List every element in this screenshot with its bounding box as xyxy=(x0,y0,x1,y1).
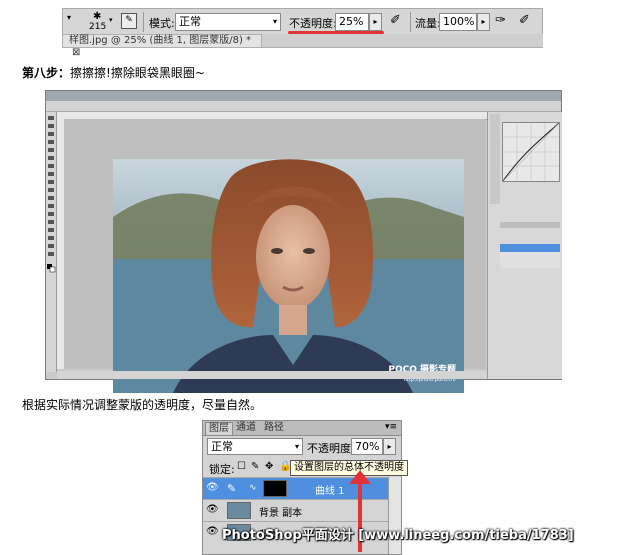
tab-strip xyxy=(262,34,543,48)
opacity-label: 不透明度: xyxy=(289,17,337,30)
airbrush-icon[interactable]: ✑ xyxy=(495,13,506,28)
eye-icon[interactable]: 👁 xyxy=(206,482,219,494)
lock-label: 锁定: xyxy=(209,463,235,476)
red-arrow-head-icon xyxy=(349,470,371,484)
ps-options-bar xyxy=(46,101,561,112)
blend-mode-select[interactable]: 正常 ▾ xyxy=(207,438,303,455)
layer-mask-thumbnail[interactable] xyxy=(263,480,287,497)
tab-channels[interactable]: 通道 xyxy=(233,422,259,435)
photoshop-window: POCO 摄影专题 http://photo.poco.cn/ xyxy=(45,90,562,393)
tablet-pressure-opacity-icon[interactable]: ✐ xyxy=(390,13,401,28)
panel-menu-icon[interactable]: ▾≡ xyxy=(385,422,397,432)
chevron-down-icon: ▾ xyxy=(294,442,299,451)
lock-pixels-icon[interactable]: ✎ xyxy=(251,461,259,472)
layer-opacity-input[interactable]: 70% xyxy=(351,438,383,455)
brush-picker[interactable]: ✱ 215 ▾ xyxy=(83,11,113,34)
flow-value: 100% xyxy=(443,15,475,28)
flow-slider-button[interactable]: ▸ xyxy=(477,13,490,31)
canvas-area: POCO 摄影专题 http://photo.poco.cn/ xyxy=(64,119,486,393)
flow-label: 流量: xyxy=(415,17,441,30)
opacity-input[interactable]: 25% xyxy=(335,13,369,31)
status-bar xyxy=(57,371,487,379)
chevron-down-icon: ▾ xyxy=(109,16,113,24)
eye-icon[interactable]: 👁 xyxy=(206,504,219,516)
toolbox xyxy=(46,112,57,372)
layer-row-curves[interactable]: 👁 ✎ ∿ 曲线 1 xyxy=(203,477,401,499)
opacity-value: 25% xyxy=(339,15,364,28)
layers-mini-selected xyxy=(500,244,560,252)
portrait-image xyxy=(113,159,464,393)
caption: 根据实际情况调整蒙版的透明度，尽量自然。 xyxy=(22,398,263,412)
layers-mini-row xyxy=(500,260,560,268)
adjustment-icon: ∿ xyxy=(249,483,257,493)
document-tab[interactable]: 样图.jpg @ 25% (曲线 1, 图层蒙版/8) * ⊠ xyxy=(62,34,262,58)
site-watermark: PhotoShop平面设计 [www.lineeg.com/tieba/1783… xyxy=(222,528,574,543)
separator xyxy=(410,12,411,32)
step-text: 擦擦擦!擦除眼袋黑眼圈~ xyxy=(70,66,205,80)
tab-layers[interactable]: 图层 xyxy=(205,422,233,435)
options-bar: ▾ ✱ 215 ▾ ✎ 模式: 正常 ▾ 不透明度: 25% ▸ ✐ 流量: 1… xyxy=(62,8,543,35)
portrait-photo: POCO 摄影专题 http://photo.poco.cn/ xyxy=(113,159,464,393)
menu-bar xyxy=(46,91,561,101)
layer-opacity-value: 70% xyxy=(355,440,380,453)
close-icon[interactable]: ⊠ xyxy=(72,47,80,58)
mode-label: 模式: xyxy=(149,17,175,30)
separator xyxy=(143,12,144,32)
step-label: 第八步： xyxy=(22,66,71,80)
flow-input[interactable]: 100% xyxy=(439,13,477,31)
layer-name: 曲线 1 xyxy=(315,486,345,497)
layers-mini-tabs xyxy=(500,222,560,228)
brush-panel-toggle-icon[interactable]: ✎ xyxy=(121,13,137,29)
layer-name: 背景 副本 xyxy=(259,508,303,519)
tab-paths[interactable]: 路径 xyxy=(261,422,287,435)
blend-mode-value: 正常 xyxy=(211,440,233,453)
brush-icon: ✎ xyxy=(227,482,237,495)
tool-icons xyxy=(47,116,56,273)
curves-graph xyxy=(502,122,560,182)
layer-row-background-copy[interactable]: 👁 背景 副本 xyxy=(203,499,401,521)
step-heading: 第八步：擦擦擦!擦除眼袋黑眼圈~ xyxy=(22,64,205,81)
layer-thumbnail xyxy=(227,502,251,519)
document-title: 样图.jpg @ 25% (曲线 1, 图层蒙版/8) * xyxy=(69,35,252,46)
opacity-label: 不透明度: xyxy=(307,442,355,455)
mode-select[interactable]: 正常 ▾ xyxy=(175,13,281,31)
layers-mini-row xyxy=(500,252,560,260)
brush-size: 215 xyxy=(89,22,107,32)
lock-position-icon[interactable]: ✥ xyxy=(265,461,273,472)
tablet-pressure-size-icon[interactable]: ✐ xyxy=(519,13,530,28)
eye-icon[interactable]: 👁 xyxy=(206,526,219,538)
mode-value: 正常 xyxy=(179,15,201,28)
panel-icon-strip xyxy=(490,114,500,204)
chevron-down-icon: ▾ xyxy=(272,17,277,26)
panel-tabs: 图层 通道 路径 ▾≡ xyxy=(203,421,401,436)
opacity-slider-button[interactable]: ▸ xyxy=(369,13,382,31)
layer-opacity-slider-button[interactable]: ▸ xyxy=(383,438,396,455)
brush-dot-icon: ✱ xyxy=(93,11,102,22)
lock-transparent-icon[interactable]: ☐ xyxy=(237,461,246,472)
side-panels xyxy=(487,112,562,379)
tool-preset-arrow[interactable]: ▾ xyxy=(67,13,71,22)
curves-line xyxy=(502,122,560,182)
